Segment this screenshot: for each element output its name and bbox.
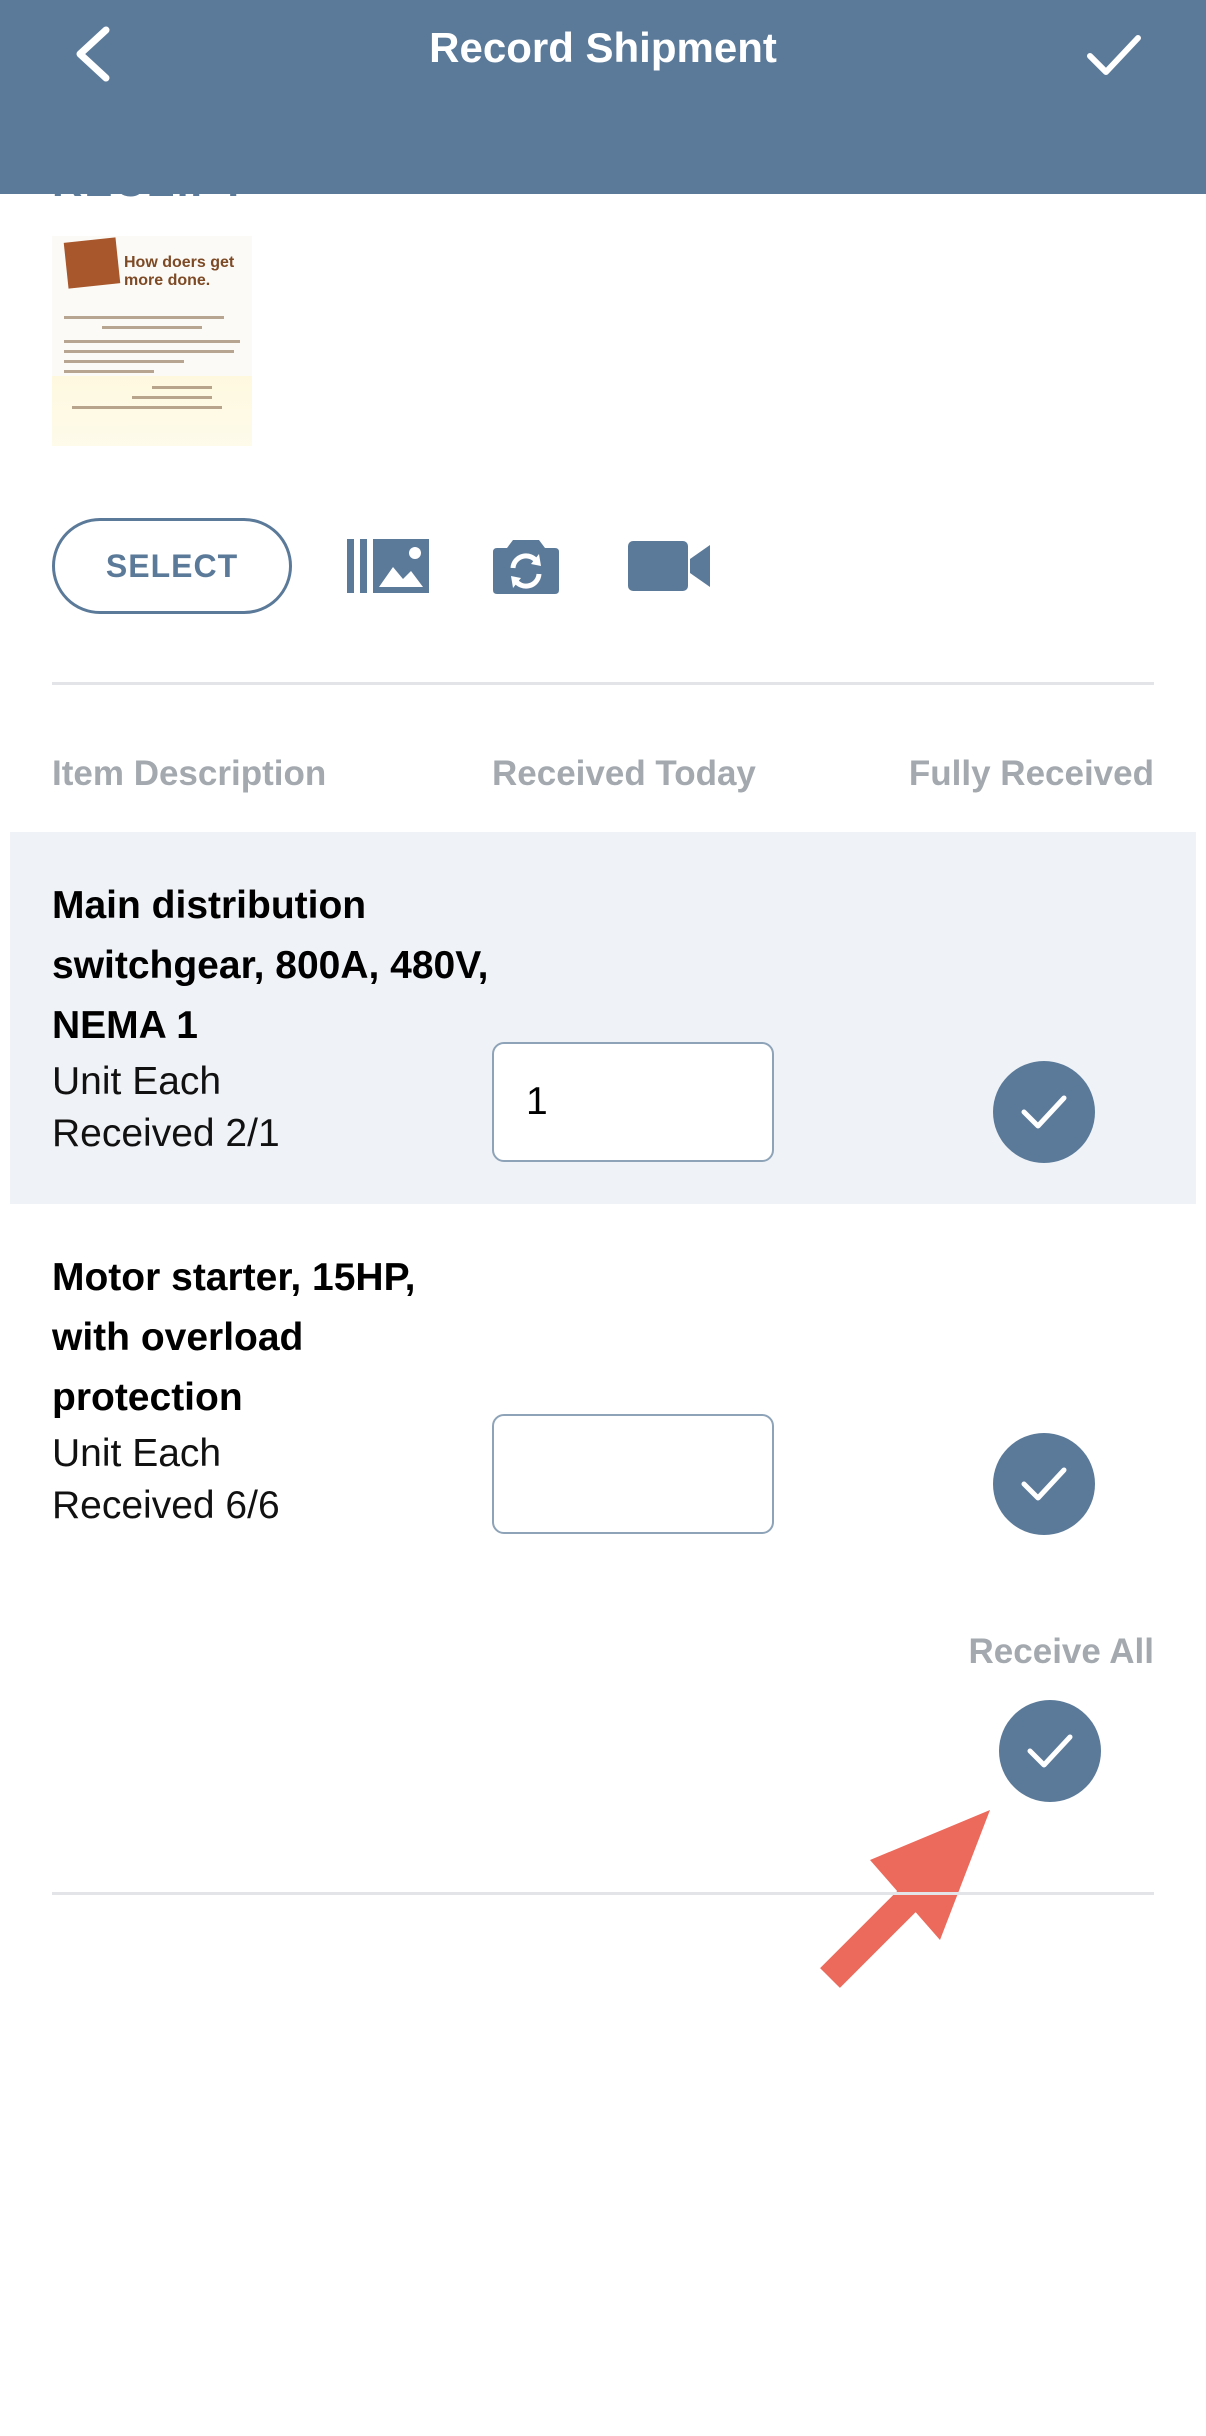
receipt-thumbnail[interactable]: How doers get more done.: [52, 236, 252, 446]
item-received-count: Received 6/6: [52, 1484, 280, 1527]
received-today-input[interactable]: [492, 1042, 774, 1162]
divider: [52, 1892, 1154, 1895]
checkmark-icon: [1021, 1467, 1067, 1501]
fully-received-toggle[interactable]: [993, 1433, 1095, 1535]
item-received-count: Received 2/1: [52, 1112, 280, 1155]
table-row: Main distribution switchgear, 800A, 480V…: [10, 832, 1196, 1204]
video-camera-icon: [628, 541, 710, 591]
item-unit: Unit Each: [52, 1432, 222, 1475]
checkmark-icon: [1087, 35, 1141, 75]
store-logo: [63, 237, 121, 289]
camera-switch-icon: [493, 540, 559, 594]
item-unit: Unit Each: [52, 1060, 222, 1103]
checkmark-icon: [1021, 1095, 1067, 1129]
column-header-item-description: Item Description: [52, 754, 327, 793]
receipt-tagline: How doers get more done.: [124, 254, 235, 289]
fully-received-toggle[interactable]: [993, 1061, 1095, 1163]
receive-all-toggle[interactable]: [999, 1700, 1101, 1802]
annotation-arrow-icon: [820, 1810, 990, 1988]
confirm-button[interactable]: [1074, 14, 1154, 94]
table-row: Motor starter, 15HP, with overload prote…: [10, 1204, 1196, 1576]
camera-button[interactable]: [493, 530, 559, 602]
item-title: Main distribution switchgear, 800A, 480V…: [52, 884, 489, 1047]
divider: [52, 682, 1154, 685]
app-header: Record Shipment: [0, 0, 1206, 194]
photo-library-button[interactable]: [345, 530, 431, 602]
page-title: Record Shipment: [429, 24, 777, 71]
received-today-input[interactable]: [492, 1414, 774, 1534]
video-button[interactable]: [628, 530, 710, 602]
select-button[interactable]: SELECT: [52, 518, 292, 614]
receive-all-label: Receive All: [968, 1632, 1154, 1671]
column-header-received-today: Received Today: [492, 754, 756, 793]
column-header-fully-received: Fully Received: [908, 754, 1154, 793]
photo-library-icon: [347, 539, 429, 593]
item-title: Motor starter, 15HP, with overload prote…: [52, 1256, 416, 1419]
checkmark-icon: [1027, 1734, 1073, 1768]
